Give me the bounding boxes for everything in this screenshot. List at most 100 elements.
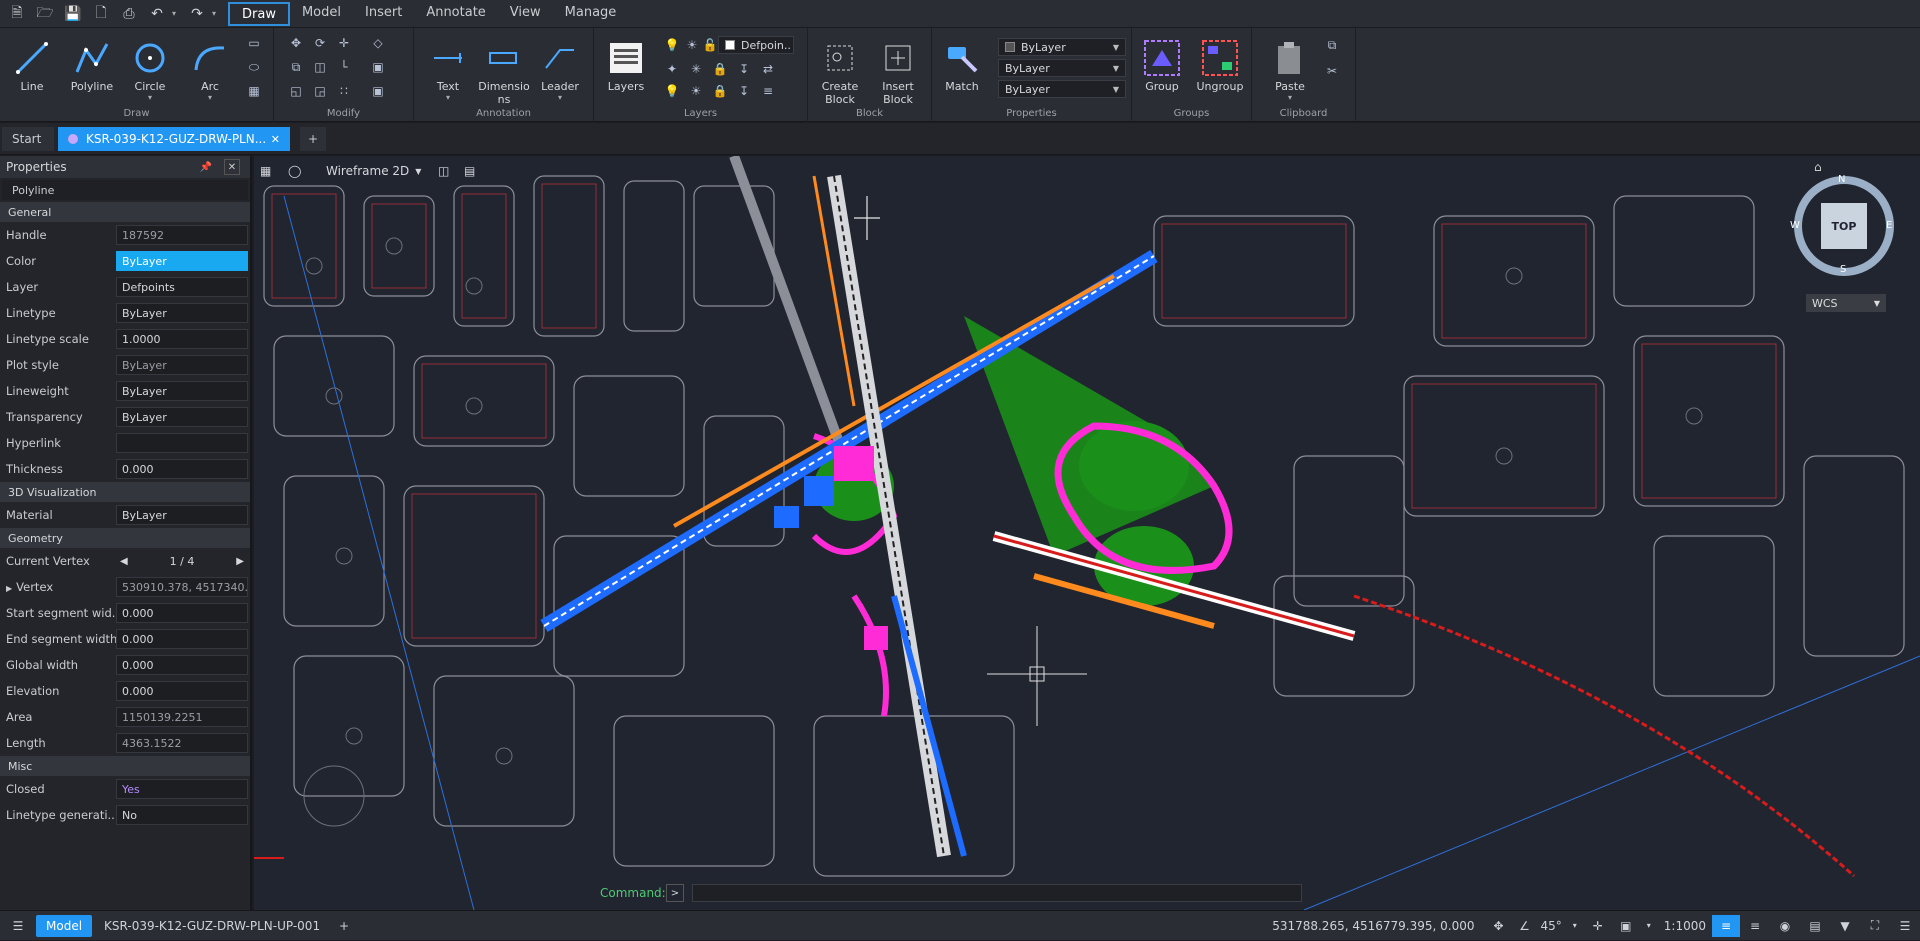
close-icon[interactable]: ✕ (271, 133, 280, 146)
layout-tab[interactable]: KSR-039-K12-GUZ-DRW-PLN-UP-001 (92, 911, 332, 941)
compass-south[interactable]: S (1840, 264, 1846, 275)
move-icon[interactable]: ✥ (286, 34, 306, 52)
tab-manage[interactable]: Manage (553, 2, 629, 26)
tab-annotate[interactable]: Annotate (414, 2, 497, 26)
layer-unlock-icon[interactable]: 🔒 (710, 60, 730, 78)
paste-dropdown-icon[interactable]: ▾ (1262, 93, 1318, 102)
ucs-select[interactable]: WCS ▼ (1806, 294, 1886, 312)
compass-north[interactable]: N (1838, 174, 1845, 185)
circle-dropdown-icon[interactable]: ▾ (122, 93, 178, 102)
layer-merge-icon[interactable]: ↧ (734, 60, 754, 78)
stretch-icon[interactable]: ◲ (310, 82, 330, 100)
section-misc[interactable]: Misc (0, 756, 250, 776)
new-tab-button[interactable]: + (300, 127, 326, 151)
hatch-icon[interactable]: ▦ (244, 82, 264, 100)
quick-properties-icon[interactable]: ≡ (1740, 911, 1770, 941)
previous-vertex-icon[interactable]: ◀ (120, 556, 128, 567)
tab-active-drawing[interactable]: KSR-039-K12-GUZ-DRW-PLN... ✕ (58, 127, 290, 151)
home-icon[interactable]: ⌂ (1814, 160, 1822, 174)
copy-icon[interactable]: ⧉ (286, 58, 306, 76)
insert-block-button[interactable]: Insert Block (870, 36, 926, 106)
property-value[interactable]: 1.0000 (116, 329, 248, 349)
redo-dropdown-icon[interactable]: ▾ (212, 9, 222, 18)
command-input[interactable] (692, 884, 1302, 902)
scale-icon[interactable]: ◱ (286, 82, 306, 100)
section-general[interactable]: General (0, 202, 250, 222)
open-folder-icon[interactable]: 🗁 (32, 2, 58, 26)
color-select[interactable]: ByLayer ▼ (998, 38, 1126, 56)
leader-dropdown-icon[interactable]: ▾ (532, 93, 588, 102)
pin-icon[interactable]: 📌 (198, 159, 214, 175)
tab-start[interactable]: Start (2, 127, 54, 151)
polar-angle-value[interactable]: 45° (1537, 911, 1566, 941)
dimension-button[interactable]: Dimensio ns (476, 36, 532, 106)
current-layer-select[interactable]: Defpoin.. (718, 36, 794, 54)
layer-on-icon[interactable]: 💡 (662, 36, 682, 54)
layer-lock-icon[interactable]: 🔓 (700, 36, 720, 54)
circle-button[interactable]: Circle ▾ (122, 36, 178, 106)
ellipse-icon[interactable]: ⬭ (244, 58, 264, 76)
new-file-icon[interactable]: 🗎 (4, 2, 30, 26)
layer-off-icon[interactable]: 💡 (662, 82, 682, 100)
layer-isolate-icon[interactable]: ✦ (662, 60, 682, 78)
osnap-icon[interactable]: ✛ (1584, 911, 1612, 941)
copy-clip-icon[interactable]: ⧉ (1322, 36, 1342, 54)
customize-icon[interactable]: ☰ (1890, 911, 1920, 941)
command-prompt-icon[interactable]: > (666, 884, 684, 902)
split-horizontal-icon[interactable]: ▤ (464, 160, 475, 182)
polar-icon[interactable]: ∠ (1513, 911, 1537, 941)
viewcube-top-face[interactable]: TOP (1821, 203, 1867, 249)
property-value[interactable]: ByLayer (116, 303, 248, 323)
property-value[interactable]: 187592 (116, 225, 248, 245)
object-type-select[interactable]: Polyline (2, 180, 248, 200)
redo-icon[interactable]: ↷ (184, 2, 210, 26)
annotation-monitor-icon[interactable]: ▤ (1800, 911, 1830, 941)
property-value[interactable]: ByLayer (116, 355, 248, 375)
rectangle-icon[interactable]: ▭ (244, 34, 264, 52)
viewport-grid-icon[interactable]: ▦ (260, 160, 271, 182)
array-icon[interactable]: ∷ (334, 82, 354, 100)
split-vertical-icon[interactable]: ◫ (438, 160, 449, 182)
undo-icon[interactable]: ↶ (144, 2, 170, 26)
property-value[interactable]: No (116, 805, 248, 825)
expand-icon[interactable]: ▶ (6, 584, 12, 593)
save-as-icon[interactable]: 🗋 (88, 2, 114, 26)
text-button[interactable]: Text ▾ (420, 36, 476, 106)
add-layout-button[interactable]: + (332, 911, 356, 941)
linetype-select[interactable]: ByLayer ▼ (998, 59, 1126, 77)
property-value[interactable] (116, 433, 248, 453)
section-geometry[interactable]: Geometry (0, 528, 250, 548)
drawing-viewport[interactable]: ▦ ◯ Wireframe 2D ▼ ◫ ▤ TOP N S E W ⌂ WCS… (254, 156, 1920, 910)
tab-insert[interactable]: Insert (353, 2, 414, 26)
viewport-snap-icon[interactable]: ◯ (288, 160, 301, 182)
paste-button[interactable]: Paste ▾ (1262, 36, 1318, 106)
explode-icon[interactable]: ▣ (368, 82, 388, 100)
cut-icon[interactable]: ✂ (1322, 62, 1342, 80)
property-value[interactable]: 0.000 (116, 655, 248, 675)
layers-button[interactable]: Layers (598, 36, 654, 106)
close-icon[interactable]: ✕ (224, 159, 240, 175)
property-value[interactable]: Defpoints (116, 277, 248, 297)
layer-lock-all-icon[interactable]: 🔒 (710, 82, 730, 100)
trim-icon[interactable]: ✛ (334, 34, 354, 52)
print-icon[interactable]: ⎙ (116, 2, 142, 26)
erase-icon[interactable]: ◇ (368, 34, 388, 52)
property-value[interactable]: ByLayer (116, 381, 248, 401)
property-value[interactable]: ByLayer (116, 505, 248, 525)
property-value[interactable]: ByLayer (116, 251, 248, 271)
vertex-value[interactable]: 530910.378, 4517340.1 (116, 577, 248, 597)
property-value[interactable]: 0.000 (116, 629, 248, 649)
text-dropdown-icon[interactable]: ▾ (420, 93, 476, 102)
layer-freeze-icon[interactable]: ☀ (682, 36, 702, 54)
layer-states-icon[interactable]: ≡ (758, 82, 778, 100)
arc-dropdown-icon[interactable]: ▾ (182, 93, 238, 102)
model-tab[interactable]: Model (36, 914, 93, 937)
line-button[interactable]: Line (4, 36, 60, 106)
viewcube[interactable]: TOP N S E W (1790, 174, 1894, 276)
group-button[interactable]: Group (1134, 36, 1190, 106)
polar-angle-dropdown-icon[interactable]: ▾ (1566, 911, 1584, 941)
layer-thaw-icon[interactable]: ✳ (686, 60, 706, 78)
rotate-icon[interactable]: ⟳ (310, 34, 330, 52)
leader-button[interactable]: Leader ▾ (532, 36, 588, 106)
tab-view[interactable]: View (498, 2, 553, 26)
